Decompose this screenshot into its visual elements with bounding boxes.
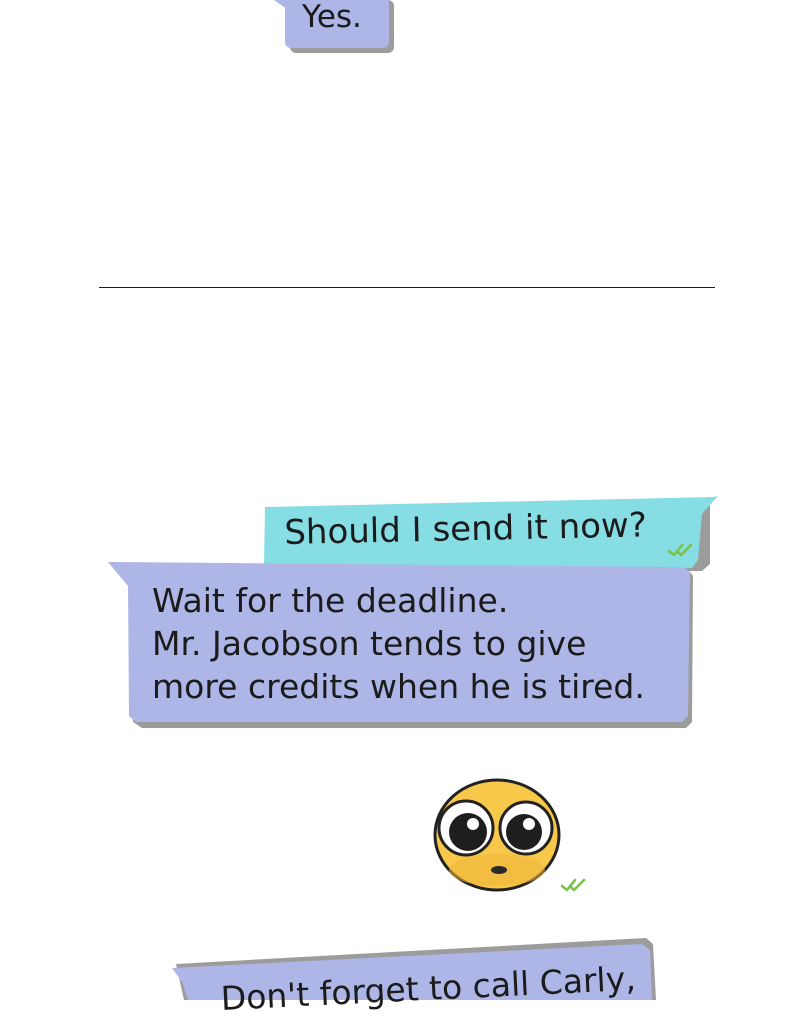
section-divider bbox=[99, 287, 715, 288]
message-line-2: Mr. Jacobson tends to give bbox=[152, 624, 587, 663]
message-line-3: more credits when he is tired. bbox=[152, 667, 645, 706]
message-text: Yes. bbox=[302, 0, 362, 35]
message-text: Should I send it now? bbox=[283, 505, 648, 553]
wide-eyed-face-icon bbox=[433, 778, 561, 892]
message-line-1: Wait for the deadline. bbox=[152, 581, 509, 620]
read-receipt-icon bbox=[668, 543, 696, 557]
read-receipt-icon bbox=[561, 878, 589, 892]
